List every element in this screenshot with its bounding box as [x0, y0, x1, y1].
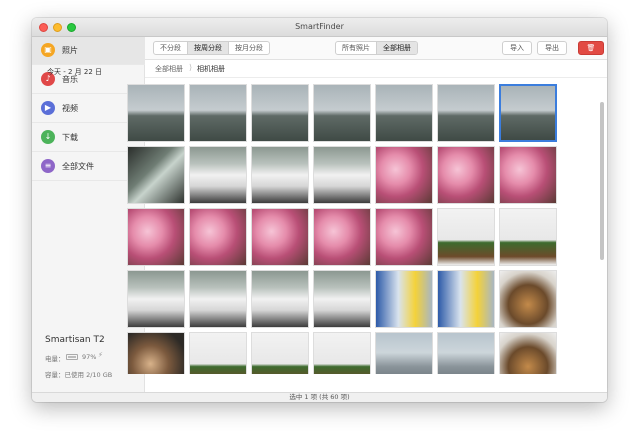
- photo-thumbnail-city-skyline[interactable]: [127, 84, 185, 142]
- photo-thumbnail-cherry-blossom[interactable]: [189, 208, 247, 266]
- all-photos-button[interactable]: 所有照片: [336, 42, 377, 54]
- photo-thumbnail-cherry-blossom[interactable]: [251, 208, 309, 266]
- delete-button[interactable]: 🗑: [578, 41, 604, 55]
- photo-thumbnail-cherry-blossom[interactable]: [499, 146, 557, 204]
- title-bar: SmartFinder: [32, 18, 607, 37]
- window-title: SmartFinder: [295, 22, 344, 31]
- photo-thumbnail-white-car[interactable]: [251, 270, 309, 328]
- scope-control: 所有照片 全部相册: [335, 41, 418, 55]
- scrollbar-thumb[interactable]: [600, 102, 604, 260]
- battery-label: 电量：: [45, 355, 65, 363]
- photo-thumbnail-shop-front[interactable]: [375, 270, 433, 328]
- sidebar-item-label: 全部文件: [62, 162, 94, 171]
- photo-thumbnail-city-skyline[interactable]: [251, 84, 309, 142]
- group-week-button[interactable]: 按周分段: [188, 42, 229, 54]
- photo-thumbnail-white-car[interactable]: [313, 270, 371, 328]
- toolbar: 不分段 按周分段 按月分段 所有照片 全部相册 导入 导出 🗑: [145, 37, 607, 60]
- photo-thumbnail-shop-front[interactable]: [437, 270, 495, 328]
- photo-thumbnail-white-car[interactable]: [127, 270, 185, 328]
- download-icon: ↓: [41, 130, 55, 144]
- battery-icon: [66, 354, 78, 360]
- app-window: SmartFinder ▣ 照片 ♪ 音乐 ▶ 视频 ↓ 下载 ≡ 全部文件 S…: [32, 18, 607, 402]
- charging-icon: ⚡: [98, 351, 103, 359]
- photos-icon: ▣: [41, 43, 55, 57]
- section-date-header: 今天 - 2 月 22 日: [47, 68, 103, 76]
- photo-thumbnail-cat[interactable]: [499, 332, 557, 374]
- breadcrumb: 全部相册 ⟩ 相机相册: [145, 60, 607, 78]
- photo-thumbnail-city-skyline[interactable]: [313, 84, 371, 142]
- photo-thumbnail-white-car[interactable]: [251, 146, 309, 204]
- photo-thumbnail-white-car[interactable]: [313, 146, 371, 204]
- export-button[interactable]: 导出: [537, 41, 567, 55]
- photo-thumbnail-buildings[interactable]: [375, 332, 433, 374]
- storage-info: 容量：已使用 2/10 GB: [45, 371, 113, 379]
- vertical-scrollbar[interactable]: [600, 80, 604, 390]
- battery-value: 97%: [82, 353, 97, 361]
- photo-thumbnail-cat[interactable]: [499, 270, 557, 328]
- photo-thumbnail-cherry-blossom[interactable]: [375, 208, 433, 266]
- sidebar-item-label: 下载: [62, 133, 78, 142]
- photo-thumbnail-cherry-blossom[interactable]: [437, 146, 495, 204]
- group-none-button[interactable]: 不分段: [154, 42, 188, 54]
- breadcrumb-separator-icon: ⟩: [189, 63, 193, 72]
- photo-thumbnail-cherry-blossom[interactable]: [375, 146, 433, 204]
- trash-icon: 🗑: [586, 44, 596, 52]
- photo-thumbnail-city-skyline[interactable]: [375, 84, 433, 142]
- photo-thumbnail-car-interior[interactable]: [127, 146, 185, 204]
- photo-thumbnail-white-car[interactable]: [189, 270, 247, 328]
- photo-thumbnail-cherry-blossom[interactable]: [313, 208, 371, 266]
- sidebar-item-photos[interactable]: ▣ 照片: [32, 37, 145, 65]
- photo-grid: [127, 84, 561, 374]
- group-month-button[interactable]: 按月分段: [229, 42, 269, 54]
- photo-thumbnail-white-car[interactable]: [189, 146, 247, 204]
- photo-thumbnail-dog[interactable]: [127, 332, 185, 374]
- photo-thumbnail-city-skyline[interactable]: [499, 84, 557, 142]
- photo-thumbnail-toy-figures[interactable]: [189, 332, 247, 374]
- video-icon: ▶: [41, 101, 55, 115]
- photo-thumbnail-toy-figures[interactable]: [499, 208, 557, 266]
- files-icon: ≡: [41, 159, 55, 173]
- sidebar-item-label: 视频: [62, 104, 78, 113]
- device-name: Smartisan T2: [45, 335, 105, 345]
- photo-thumbnail-city-skyline[interactable]: [437, 84, 495, 142]
- photo-thumbnail-buildings[interactable]: [437, 332, 495, 374]
- photo-thumbnail-toy-figures[interactable]: [313, 332, 371, 374]
- photo-thumbnail-cherry-blossom[interactable]: [127, 208, 185, 266]
- breadcrumb-camera-album: 相机相册: [197, 65, 225, 73]
- breadcrumb-all-albums[interactable]: 全部相册: [155, 64, 183, 74]
- all-albums-button[interactable]: 全部相册: [377, 42, 417, 54]
- photo-thumbnail-toy-figures[interactable]: [251, 332, 309, 374]
- group-by-control: 不分段 按周分段 按月分段: [153, 41, 270, 55]
- photo-thumbnail-toy-figures[interactable]: [437, 208, 495, 266]
- status-bar: 选中 1 项 (共 60 项): [32, 392, 607, 402]
- sidebar-item-label: 照片: [62, 46, 78, 55]
- photo-thumbnail-city-skyline[interactable]: [189, 84, 247, 142]
- import-button[interactable]: 导入: [502, 41, 532, 55]
